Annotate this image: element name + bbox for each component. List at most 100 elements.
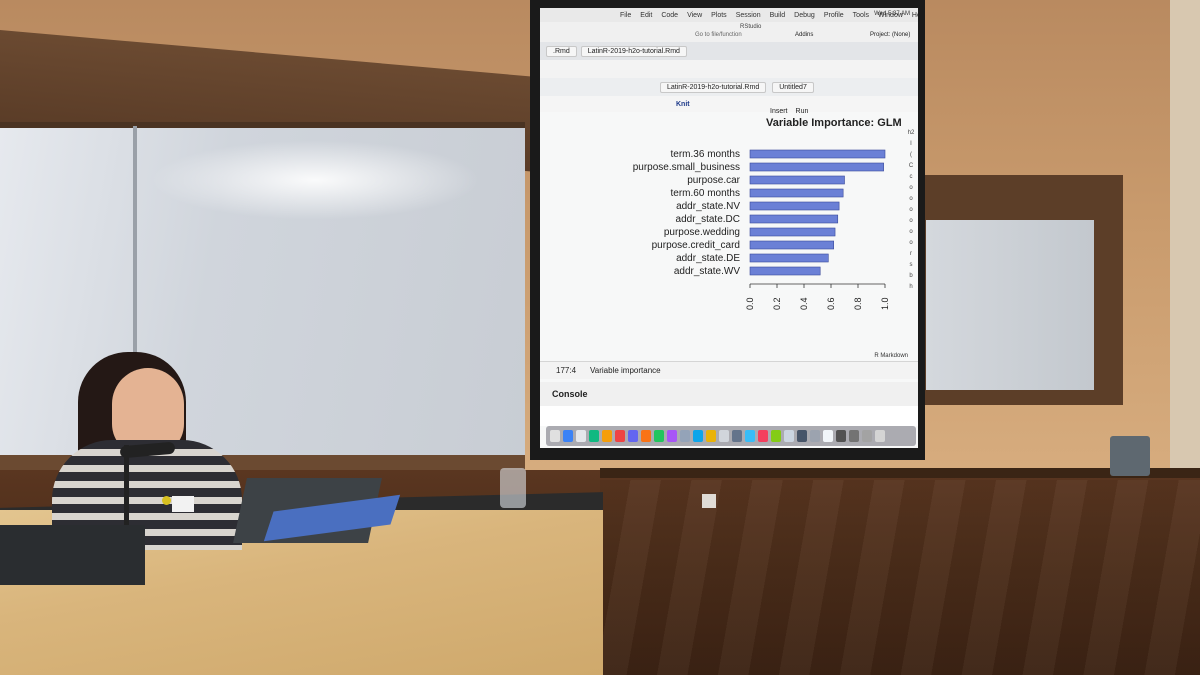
- menu-edit[interactable]: Edit: [640, 12, 652, 19]
- category-label: addr_state.DC: [676, 214, 740, 225]
- dock-app-icon[interactable]: [576, 430, 586, 442]
- dock-app-icon[interactable]: [680, 430, 690, 442]
- tab-untitled[interactable]: Untitled7: [772, 81, 814, 93]
- category-label: purpose.credit_card: [652, 240, 740, 251]
- menu-view[interactable]: View: [687, 12, 702, 19]
- dock-app-icon[interactable]: [628, 430, 638, 442]
- menu-session[interactable]: Session: [736, 12, 761, 19]
- dock-app-icon[interactable]: [654, 430, 664, 442]
- importance-bar: [749, 162, 884, 172]
- project-menu[interactable]: Project: (None): [870, 32, 910, 38]
- importance-bar: [749, 149, 886, 159]
- window-title: RStudio: [740, 24, 762, 30]
- editor-tabs: .Rmd LatinR-2019-h2o-tutorial.Rmd: [540, 42, 918, 60]
- x-tick-label: 0.6: [826, 297, 836, 310]
- goto-file-input[interactable]: Go to file/function: [695, 32, 742, 38]
- status-bar: 177:4 Variable importance: [540, 361, 918, 379]
- category-label: addr_state.DE: [676, 253, 740, 264]
- main-toolbar: RStudio Go to file/function Addins Proje…: [540, 22, 918, 43]
- dock-app-icon[interactable]: [641, 430, 651, 442]
- tab-latinr-tutorial-2[interactable]: LatinR-2019-h2o-tutorial.Rmd: [660, 81, 767, 93]
- floor-planks: [600, 480, 1200, 675]
- dock-app-icon[interactable]: [667, 430, 677, 442]
- menu-plots[interactable]: Plots: [711, 12, 727, 19]
- wall-column: [1170, 0, 1200, 480]
- menu-tools[interactable]: Tools: [853, 12, 869, 19]
- dock-app-icon[interactable]: [550, 430, 560, 442]
- dock-app-icon[interactable]: [875, 430, 885, 442]
- console-pane[interactable]: [540, 406, 918, 426]
- menu-clock: Wed 5:37 AM: [874, 11, 910, 17]
- dock-app-icon[interactable]: [719, 430, 729, 442]
- x-tick-label: 0.4: [799, 297, 809, 310]
- name-badge: [172, 496, 194, 512]
- dock-app-icon[interactable]: [563, 430, 573, 442]
- yellow-pin: [162, 496, 171, 505]
- dock-app-icon[interactable]: [849, 430, 859, 442]
- dock-app-icon[interactable]: [706, 430, 716, 442]
- cursor-position: 177:4: [556, 366, 577, 375]
- menu-help[interactable]: Help: [912, 12, 918, 19]
- x-tick-label: 0.0: [745, 297, 755, 310]
- board-scribble: [950, 260, 1010, 320]
- tab-rmd[interactable]: .Rmd: [546, 45, 577, 57]
- chunk-selector[interactable]: Variable importance: [590, 366, 661, 375]
- light-reflection: [150, 140, 480, 220]
- dock-app-icon[interactable]: [862, 430, 872, 442]
- x-tick-label: 0.8: [853, 297, 863, 310]
- dock-app-icon[interactable]: [823, 430, 833, 442]
- dock-app-icon[interactable]: [771, 430, 781, 442]
- dock-app-icon[interactable]: [732, 430, 742, 442]
- variable-importance-chart: Variable Importance: GLM term.36 months p…: [633, 117, 902, 310]
- dock-app-icon[interactable]: [602, 430, 612, 442]
- category-label: purpose.wedding: [664, 227, 740, 238]
- source-toolbar: Knit: [540, 96, 918, 112]
- importance-bar: [749, 266, 821, 276]
- knit-button[interactable]: Knit: [676, 101, 690, 108]
- x-tick-label: 1.0: [880, 297, 890, 310]
- laptop-left: [0, 525, 145, 585]
- importance-bar: [749, 227, 836, 237]
- category-label: addr_state.NV: [676, 201, 740, 212]
- document-type[interactable]: R Markdown: [874, 353, 908, 359]
- x-tick-label: 0.2: [772, 297, 782, 310]
- console-label: Console: [552, 389, 588, 399]
- wall-outlet: [702, 494, 716, 508]
- category-label: term.60 months: [671, 188, 740, 199]
- projector-screen: File Edit Code View Plots Session Build Debug Pr…: [540, 8, 918, 448]
- category-label: purpose.small_business: [633, 162, 740, 173]
- category-label: purpose.car: [687, 175, 740, 186]
- editor-toolbar: [540, 60, 918, 79]
- importance-bar: [749, 214, 839, 224]
- dock-app-icon[interactable]: [615, 430, 625, 442]
- dock-app-icon[interactable]: [758, 430, 768, 442]
- menu-build[interactable]: Build: [770, 12, 786, 19]
- importance-bar: [749, 253, 829, 263]
- menu-bar: File Edit Code View Plots Session Build Debug Pr…: [540, 8, 918, 22]
- dock-app-icon[interactable]: [797, 430, 807, 442]
- importance-bar: [749, 188, 844, 198]
- addins-menu[interactable]: Addins: [795, 32, 813, 38]
- dock-app-icon[interactable]: [784, 430, 794, 442]
- importance-bar: [749, 240, 834, 250]
- importance-bar: [749, 175, 845, 185]
- category-label: addr_state.WV: [674, 266, 740, 277]
- dock-app-icon[interactable]: [810, 430, 820, 442]
- menu-profile[interactable]: Profile: [824, 12, 844, 19]
- console-header[interactable]: Console: [540, 382, 918, 406]
- source-tabs: LatinR-2019-h2o-tutorial.Rmd Untitled7: [540, 78, 918, 96]
- chart-title: Variable Importance: GLM: [766, 117, 902, 129]
- dock-app-icon[interactable]: [693, 430, 703, 442]
- menu-debug[interactable]: Debug: [794, 12, 815, 19]
- water-glass: [500, 468, 526, 508]
- dock-app-icon[interactable]: [745, 430, 755, 442]
- category-label: term.36 months: [671, 149, 740, 160]
- dock-app-icon[interactable]: [589, 430, 599, 442]
- importance-bar: [749, 201, 840, 211]
- tab-latinr-tutorial[interactable]: LatinR-2019-h2o-tutorial.Rmd: [580, 45, 687, 57]
- mac-dock: [546, 426, 916, 446]
- dock-app-icon[interactable]: [836, 430, 846, 442]
- menu-file[interactable]: File: [620, 12, 631, 19]
- trash-bin: [1110, 436, 1150, 476]
- menu-code[interactable]: Code: [661, 12, 678, 19]
